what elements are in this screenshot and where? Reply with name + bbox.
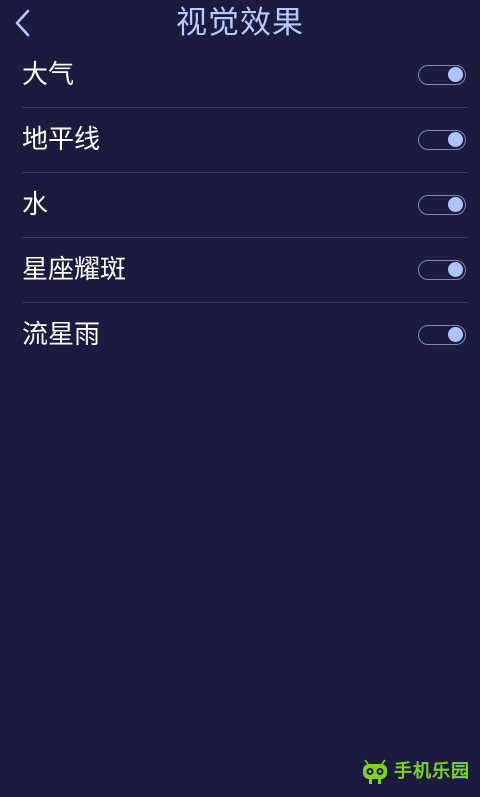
watermark-text: 手机乐园 bbox=[394, 761, 470, 782]
setting-row-meteor-shower[interactable]: 流星雨 bbox=[22, 303, 468, 367]
toggle-knob bbox=[448, 262, 463, 277]
page-title: 视觉效果 bbox=[176, 5, 304, 41]
header-bar: 视觉效果 bbox=[0, 0, 480, 46]
setting-row-water[interactable]: 水 bbox=[22, 173, 468, 238]
toggle-knob bbox=[448, 67, 463, 82]
setting-label: 水 bbox=[22, 190, 49, 220]
meteor-shower-toggle[interactable] bbox=[418, 325, 466, 345]
setting-row-constellation-flare[interactable]: 星座耀斑 bbox=[22, 238, 468, 303]
water-toggle[interactable] bbox=[418, 195, 466, 215]
setting-row-atmosphere[interactable]: 大气 bbox=[22, 43, 468, 108]
settings-list: 大气 地平线 水 星座耀斑 流星雨 bbox=[22, 43, 468, 367]
phone-robot-logo-icon bbox=[363, 759, 387, 784]
constellation-flare-toggle[interactable] bbox=[418, 260, 466, 280]
setting-label: 流星雨 bbox=[22, 320, 101, 350]
setting-row-horizon[interactable]: 地平线 bbox=[22, 108, 468, 173]
setting-label: 地平线 bbox=[22, 125, 101, 155]
horizon-toggle[interactable] bbox=[418, 130, 466, 150]
visual-effects-screen: 视觉效果 大气 地平线 水 星座耀斑 流星雨 手机乐园 bbox=[0, 0, 480, 797]
watermark-logo: 手机乐园 bbox=[360, 759, 470, 785]
toggle-knob bbox=[448, 132, 463, 147]
setting-label: 大气 bbox=[22, 60, 75, 90]
setting-label: 星座耀斑 bbox=[22, 255, 127, 285]
atmosphere-toggle[interactable] bbox=[418, 65, 466, 85]
toggle-knob bbox=[448, 197, 463, 212]
toggle-knob bbox=[448, 327, 463, 342]
